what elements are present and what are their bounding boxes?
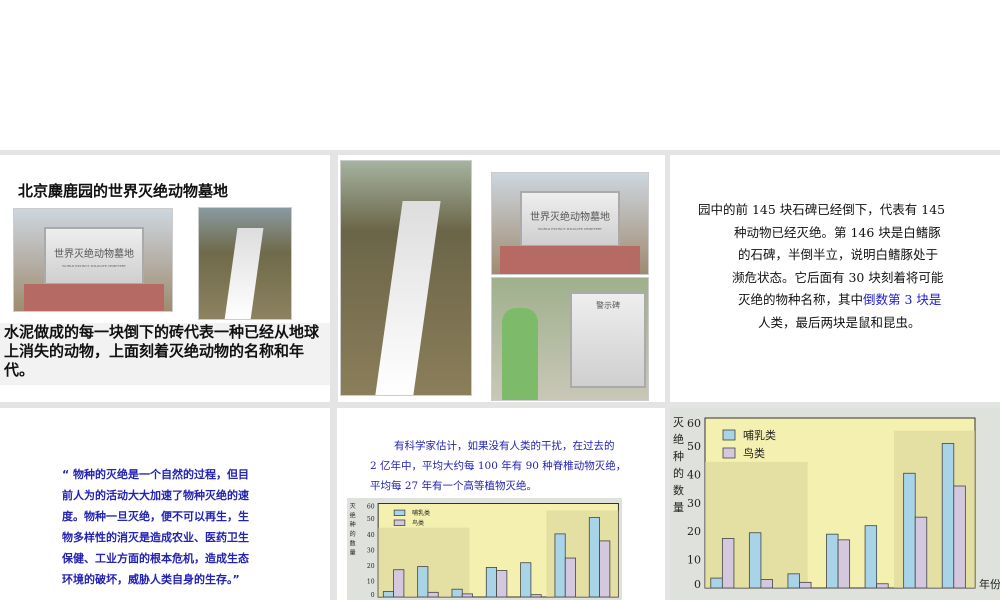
y-tick-label: 10 <box>687 554 701 567</box>
x-axis-label: 年份 <box>979 577 1000 591</box>
children-warning-sign-photo: 警示碑 <box>491 277 649 401</box>
slide-thumbnail-3[interactable]: 园中的前 145 块石碑已经倒下，代表有 145 种动物已经灭绝。第 146 块… <box>670 155 1000 402</box>
bar-鸟类 <box>837 539 851 589</box>
tombstone-path-photo <box>198 207 292 320</box>
legend-label: 鸟类 <box>743 446 765 460</box>
slide-text: 有科学家估计，如果没有人类的干扰，在过去的 2 亿年中，平均大约每 100 年有 … <box>370 440 627 492</box>
y-axis-label-char: 的 <box>350 530 356 538</box>
legend-swatch <box>393 509 406 517</box>
y-tick-label: 30 <box>687 497 701 510</box>
slide-text: 园中的前 145 块石碑已经倒下，代表有 145 种动物已经灭绝。第 146 块… <box>698 202 946 330</box>
y-axis-label-char: 绝 <box>350 511 356 519</box>
bar-哺乳类 <box>864 525 878 589</box>
legend-swatch <box>722 429 736 441</box>
highlight-text: 倒数第 3 块是 <box>863 292 942 307</box>
y-axis-label-char: 绝 <box>673 432 684 446</box>
y-axis-label-char: 灭 <box>350 503 356 510</box>
slide-thumbnail-2[interactable]: 世界灭绝动物墓地 WORLD EXTINCT WILDLIFE CEMETERY … <box>338 155 665 402</box>
y-axis-label-char: 种 <box>350 521 356 529</box>
legend-label: 鸟类 <box>412 519 424 527</box>
y-axis-label-char: 量 <box>350 550 356 557</box>
cemetery-sign-photo: 世界灭绝动物墓地 WORLD EXTINCT WILDLIFE CEMETERY <box>13 208 173 312</box>
bar-哺乳类 <box>520 562 532 598</box>
bar-哺乳类 <box>588 517 600 598</box>
bar-哺乳类 <box>787 573 800 589</box>
y-tick-label: 40 <box>367 532 375 539</box>
y-tick-label: 60 <box>687 417 701 430</box>
slide-thumbnail-4[interactable]: “ 物种的灭绝是一个自然的过程，但目 前人为的活动大大加速了物种灭绝的速 度。物种一… <box>0 408 330 600</box>
bar-哺乳类 <box>903 472 916 589</box>
y-tick-label: 10 <box>367 579 375 586</box>
quote-text: “ 物种的灭绝是一个自然的过程，但目 前人为的活动大大加速了物种灭绝的速 度。物种一… <box>62 468 250 586</box>
y-tick-label: 20 <box>687 525 701 538</box>
bar-鸟类 <box>721 538 735 589</box>
y-tick-label: 50 <box>367 516 375 523</box>
cemetery-sign-photo: 世界灭绝动物墓地 WORLD EXTINCT WILDLIFE CEMETERY <box>491 172 649 275</box>
y-axis-label-char: 灭 <box>673 416 684 429</box>
y-axis-label-char: 种 <box>673 449 684 463</box>
bar-鸟类 <box>427 591 439 598</box>
bar-哺乳类 <box>382 591 394 598</box>
slide-thumbnail-1[interactable]: 北京麋鹿园的世界灭绝动物墓地 世界灭绝动物墓地 WORLD EXTINCT WIL… <box>0 155 330 402</box>
bar-哺乳类 <box>710 577 723 589</box>
y-axis-label-char: 数 <box>673 484 684 497</box>
bar-鸟类 <box>953 485 966 589</box>
y-axis-label-char: 数 <box>350 539 356 547</box>
bar-鸟类 <box>461 593 473 598</box>
y-tick-label: 0 <box>371 592 375 599</box>
bar-哺乳类 <box>417 566 429 598</box>
y-axis-label-char: 量 <box>673 501 684 514</box>
bar-哺乳类 <box>826 533 839 589</box>
bar-哺乳类 <box>748 532 762 589</box>
slide-title: 北京麋鹿园的世界灭绝动物墓地 <box>18 182 229 200</box>
y-axis-label-char: 的 <box>673 466 684 480</box>
bar-鸟类 <box>530 594 542 598</box>
y-tick-label: 40 <box>687 469 701 482</box>
slide-thumbnail-5[interactable]: 有科学家估计，如果没有人类的干扰，在过去的 2 亿年中，平均大约每 100 年有 … <box>337 408 665 600</box>
slide-caption: 水泥做成的每一块倒下的砖代表一种已经从地球上消失的动物，上面刻着灭绝动物的名称和… <box>0 323 330 385</box>
previous-slides-row <box>0 0 1000 150</box>
bar-鸟类 <box>496 570 508 598</box>
legend-label: 哺乳类 <box>412 509 430 517</box>
y-tick-label: 20 <box>367 563 375 570</box>
extinction-bar-chart: 0 10 20 30 40 50 60灭绝种的数量年份 哺乳类鸟类 <box>670 408 1000 600</box>
extinction-bar-chart: 0102030405060灭绝种的数量年份哺乳类鸟类 <box>347 498 622 600</box>
y-tick-label: 60 <box>367 503 375 510</box>
y-tick-label: 30 <box>367 547 375 554</box>
legend-label: 哺乳类 <box>743 428 776 442</box>
slide-thumbnail-6[interactable]: 0 10 20 30 40 50 60 灭绝种的数量年份 哺乳类鸟类 <box>670 408 1000 600</box>
bar-鸟类 <box>599 540 611 598</box>
bar-哺乳类 <box>451 588 463 598</box>
bar-鸟类 <box>760 579 773 589</box>
bar-哺乳类 <box>554 533 566 598</box>
tombstone-row-photo <box>340 160 472 396</box>
bar-鸟类 <box>914 516 928 589</box>
bar-鸟类 <box>564 557 576 598</box>
y-tick-label: 0 <box>694 578 701 591</box>
y-tick-label: 50 <box>687 440 701 453</box>
bar-鸟类 <box>876 583 889 589</box>
legend-swatch <box>393 519 406 526</box>
legend-swatch <box>722 447 736 459</box>
bar-鸟类 <box>393 569 405 598</box>
bar-哺乳类 <box>941 443 955 589</box>
bar-哺乳类 <box>485 566 497 598</box>
bar-鸟类 <box>799 581 812 589</box>
